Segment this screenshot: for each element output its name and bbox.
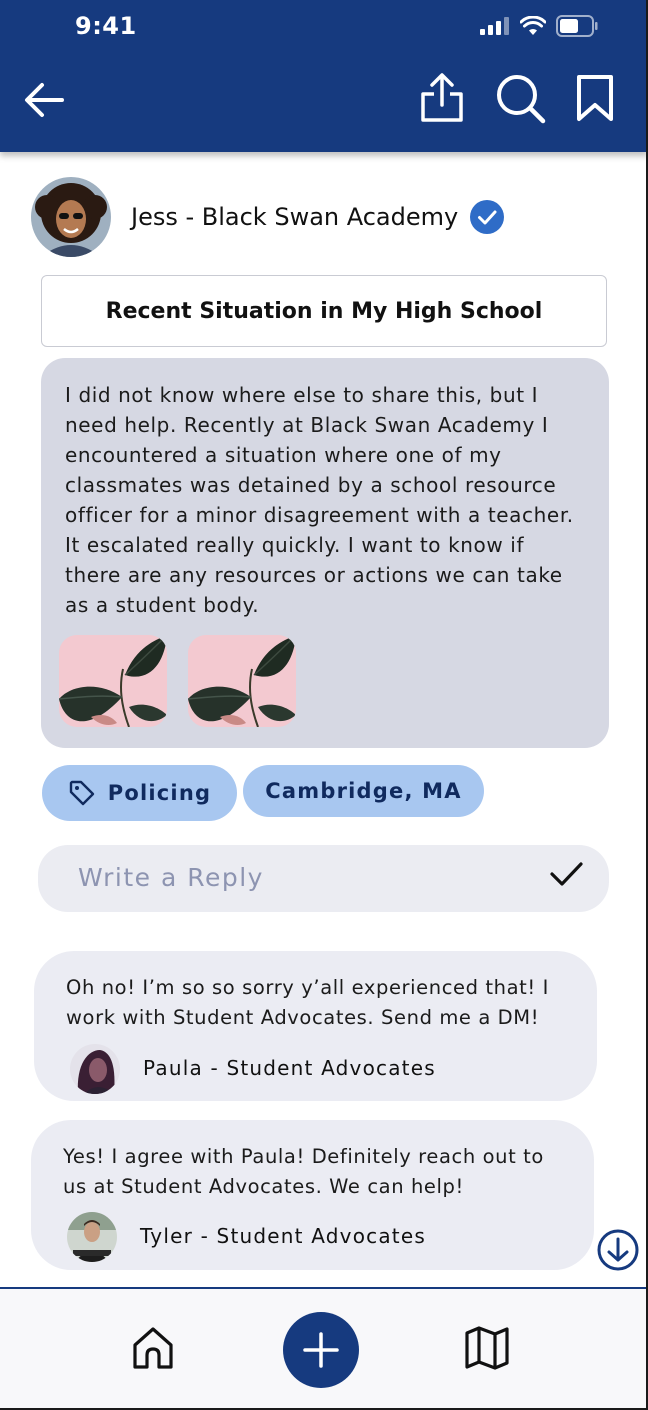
status-time: 9:41 (75, 12, 137, 40)
signal-icon (480, 17, 509, 35)
add-icon (303, 1332, 339, 1368)
tag-chip-location[interactable]: Cambridge, MA (243, 765, 484, 817)
wifi-icon (520, 16, 546, 35)
comment-card: Yes! I agree with Paula! Definitely reac… (31, 1120, 594, 1270)
post-title: Recent Situation in My High School (41, 275, 607, 347)
share-icon[interactable] (416, 72, 468, 124)
avatar[interactable] (67, 1212, 117, 1262)
post-body-card: I did not know where else to share this,… (41, 358, 609, 748)
comment-author[interactable]: Paula - Student Advocates (143, 1056, 436, 1080)
battery-icon (556, 15, 598, 37)
verified-badge-icon (470, 200, 505, 234)
comment-card: Oh no! I’m so so sorry y’all experienced… (34, 951, 597, 1101)
reply-placeholder: Write a Reply (78, 863, 264, 892)
search-icon[interactable] (494, 72, 546, 124)
comment-author[interactable]: Tyler - Student Advocates (140, 1224, 426, 1248)
tag-icon (69, 780, 94, 806)
post-image-thumbnail[interactable] (59, 635, 167, 727)
tag-chip-label: Policing (107, 781, 212, 805)
back-arrow-icon[interactable] (20, 76, 68, 124)
app-screen: 9:41 Jess - Black Swan Academy Recent Si… (0, 0, 648, 1410)
avatar[interactable] (31, 177, 111, 257)
post-body-text: I did not know where else to share this,… (65, 383, 574, 617)
comment-text: Oh no! I’m so so sorry y’all experienced… (66, 976, 549, 1029)
check-icon[interactable] (548, 856, 584, 892)
status-icons (480, 15, 598, 37)
comment-text: Yes! I agree with Paula! Definitely reac… (63, 1145, 544, 1198)
avatar[interactable] (70, 1044, 120, 1094)
tag-chip-topic[interactable]: Policing (42, 765, 237, 821)
add-button[interactable] (283, 1312, 359, 1388)
scroll-down-icon[interactable] (597, 1229, 639, 1271)
reply-input[interactable]: Write a Reply (38, 845, 609, 912)
post-author[interactable]: Jess - Black Swan Academy (31, 177, 505, 257)
home-icon[interactable] (130, 1325, 176, 1371)
map-icon[interactable] (463, 1325, 511, 1371)
post-image-thumbnail[interactable] (188, 635, 296, 727)
post-author-name[interactable]: Jess - Black Swan Academy (131, 203, 458, 231)
app-header: 9:41 (0, 0, 646, 152)
bookmark-icon[interactable] (570, 72, 622, 124)
